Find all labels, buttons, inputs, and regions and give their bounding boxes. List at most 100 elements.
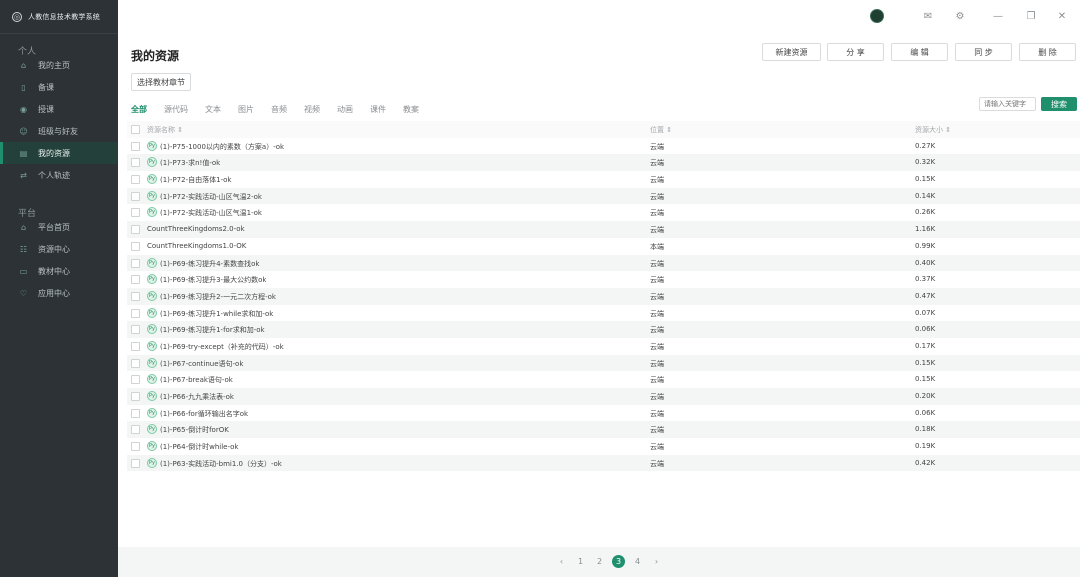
new-resource-button[interactable]: 新建资源 xyxy=(762,43,821,61)
tab[interactable]: 文本 xyxy=(205,104,221,115)
resource-name[interactable]: CountThreeKingdoms2.0-ok xyxy=(147,225,245,233)
mail-icon[interactable]: ✉ xyxy=(922,10,934,22)
tab[interactable]: 全部 xyxy=(131,104,147,115)
table-row[interactable]: Py (1)-P69-练习提升1-for求和加-ok 云端 0.06K xyxy=(127,321,1080,338)
resource-name[interactable]: (1)-P72-自由落体1-ok xyxy=(160,175,231,185)
row-checkbox[interactable] xyxy=(131,175,140,185)
next-page-icon[interactable]: › xyxy=(650,555,663,568)
sidebar-item[interactable]: ▯ 备课 xyxy=(0,76,118,98)
resource-name[interactable]: (1)-P69-练习提升1-for求和加-ok xyxy=(160,325,265,335)
table-row[interactable]: Py (1)-P72-实践活动-山区气温2-ok 云端 0.14K xyxy=(127,187,1080,205)
table-row[interactable]: Py (1)-P69-练习提升2-一元二次方程-ok 云端 0.47K xyxy=(127,287,1080,305)
sidebar-item[interactable]: ☺ 班级与好友 xyxy=(0,120,118,142)
row-checkbox[interactable] xyxy=(131,191,140,201)
delete-button[interactable]: 删 除 xyxy=(1019,43,1076,61)
row-checkbox[interactable] xyxy=(131,308,140,318)
table-row[interactable]: Py (1)-P64-倒计时while-ok 云端 0.19K xyxy=(127,438,1080,455)
table-row[interactable]: CountThreeKingdoms2.0-ok 云端 1.16K xyxy=(127,221,1080,238)
table-row[interactable]: Py (1)-P73-求n!值-ok 云端 0.32K xyxy=(127,154,1080,172)
table-row[interactable]: Py (1)-P69-练习提升4-素数查找ok 云端 0.40K xyxy=(127,254,1080,272)
table-row[interactable]: Py (1)-P66-for循环输出名字ok 云端 0.06K xyxy=(127,405,1080,422)
search-input[interactable] xyxy=(979,97,1036,111)
page-number[interactable]: 4 xyxy=(631,555,644,568)
table-row[interactable]: Py (1)-P75-1000以内的素数（方案a）-ok 云端 0.27K xyxy=(127,138,1080,155)
resource-name[interactable]: (1)-P69-练习提升1-while求和加-ok xyxy=(160,309,273,319)
close-icon[interactable]: ✕ xyxy=(1056,10,1068,22)
resource-name[interactable]: (1)-P69-练习提升2-一元二次方程-ok xyxy=(160,292,276,302)
table-row[interactable]: Py (1)-P67-continue语句-ok 云端 0.15K xyxy=(127,354,1080,372)
row-checkbox[interactable] xyxy=(131,258,140,268)
table-row[interactable]: Py (1)-P66-九九乘法表-ok 云端 0.20K xyxy=(127,388,1080,405)
tab[interactable]: 图片 xyxy=(238,104,254,115)
resource-name[interactable]: (1)-P72-实践活动-山区气温2-ok xyxy=(160,192,262,202)
page-number[interactable]: 2 xyxy=(593,555,606,568)
table-row[interactable]: Py (1)-P69-练习提升1-while求和加-ok 云端 0.07K xyxy=(127,305,1080,322)
tab[interactable]: 源代码 xyxy=(164,104,188,115)
row-checkbox[interactable] xyxy=(131,158,140,168)
column-size[interactable]: 资源大小 ⇕ xyxy=(915,125,951,135)
resource-name[interactable]: CountThreeKingdoms1.0-OK xyxy=(147,242,246,250)
table-row[interactable]: Py (1)-P69-练习提升3-最大公约数ok 云端 0.37K xyxy=(127,271,1080,288)
edit-button[interactable]: 编 辑 xyxy=(891,43,948,61)
sidebar-item[interactable]: ☷ 资源中心 xyxy=(0,238,118,260)
tab[interactable]: 视频 xyxy=(304,104,320,115)
choose-chapter-button[interactable]: 选择教材章节 xyxy=(131,73,191,91)
row-checkbox[interactable] xyxy=(131,408,140,418)
row-checkbox[interactable] xyxy=(131,208,140,218)
row-checkbox[interactable] xyxy=(131,325,140,335)
table-row[interactable]: Py (1)-P65-倒计时forOK 云端 0.18K xyxy=(127,421,1080,439)
resource-name[interactable]: (1)-P63-实践活动-bmi1.0（分支）-ok xyxy=(160,459,282,469)
sync-button[interactable]: 同 步 xyxy=(955,43,1012,61)
tab[interactable]: 课件 xyxy=(370,104,386,115)
row-checkbox[interactable] xyxy=(131,358,140,368)
resource-name[interactable]: (1)-P66-九九乘法表-ok xyxy=(160,392,234,402)
resource-name[interactable]: (1)-P72-实践活动-山区气温1-ok xyxy=(160,208,262,218)
prev-page-icon[interactable]: ‹ xyxy=(555,555,568,568)
resource-name[interactable]: (1)-P64-倒计时while-ok xyxy=(160,442,238,452)
tab[interactable]: 音频 xyxy=(271,104,287,115)
page-number[interactable]: 3 xyxy=(612,555,625,568)
select-all-checkbox[interactable] xyxy=(131,125,140,134)
avatar[interactable] xyxy=(870,9,884,23)
sidebar-item[interactable]: ▤ 我的资源 xyxy=(0,142,118,164)
row-checkbox[interactable] xyxy=(131,141,140,151)
tab[interactable]: 教案 xyxy=(403,104,419,115)
row-checkbox[interactable] xyxy=(131,291,140,301)
table-row[interactable]: Py (1)-P69-try-except（补充的代码）-ok 云端 0.17K xyxy=(127,338,1080,355)
table-row[interactable]: Py (1)-P67-break语句-ok 云端 0.15K xyxy=(127,371,1080,388)
resource-name[interactable]: (1)-P65-倒计时forOK xyxy=(160,425,229,435)
table-row[interactable]: CountThreeKingdoms1.0-OK 本端 0.99K xyxy=(127,238,1080,255)
row-checkbox[interactable] xyxy=(131,442,140,452)
resource-name[interactable]: (1)-P69-练习提升4-素数查找ok xyxy=(160,259,259,269)
search-button[interactable]: 搜索 xyxy=(1041,97,1077,111)
resource-name[interactable]: (1)-P66-for循环输出名字ok xyxy=(160,409,248,419)
restore-icon[interactable]: ❐ xyxy=(1025,10,1037,22)
table-row[interactable]: Py (1)-P72-实践活动-山区气温1-ok 云端 0.26K xyxy=(127,204,1080,221)
resource-name[interactable]: (1)-P75-1000以内的素数（方案a）-ok xyxy=(160,142,284,152)
row-checkbox[interactable] xyxy=(131,392,140,401)
sidebar-item[interactable]: ♡ 应用中心 xyxy=(0,282,118,304)
resource-name[interactable]: (1)-P69-try-except（补充的代码）-ok xyxy=(160,342,284,352)
table-row[interactable]: Py (1)-P72-自由落体1-ok 云端 0.15K xyxy=(127,171,1080,188)
sidebar-item[interactable]: ⌂ 平台首页 xyxy=(0,216,118,238)
resource-name[interactable]: (1)-P67-continue语句-ok xyxy=(160,359,243,369)
table-row[interactable]: Py (1)-P63-实践活动-bmi1.0（分支）-ok 云端 0.42K xyxy=(127,454,1080,472)
minimize-icon[interactable]: — xyxy=(992,10,1004,22)
row-checkbox[interactable] xyxy=(131,241,140,251)
row-checkbox[interactable] xyxy=(131,225,140,235)
sidebar-item[interactable]: ▭ 教材中心 xyxy=(0,260,118,282)
resource-name[interactable]: (1)-P73-求n!值-ok xyxy=(160,158,220,168)
row-checkbox[interactable] xyxy=(131,275,140,285)
row-checkbox[interactable] xyxy=(131,458,140,468)
share-button[interactable]: 分 享 xyxy=(827,43,884,61)
gear-icon[interactable]: ⚙ xyxy=(954,10,966,22)
sidebar-item[interactable]: ⌂ 我的主页 xyxy=(0,54,118,76)
resource-name[interactable]: (1)-P67-break语句-ok xyxy=(160,375,233,385)
column-position[interactable]: 位置 ⇕ xyxy=(650,125,672,135)
column-name[interactable]: 资源名称 ⇕ xyxy=(147,125,183,135)
page-number[interactable]: 1 xyxy=(574,555,587,568)
row-checkbox[interactable] xyxy=(131,341,140,351)
row-checkbox[interactable] xyxy=(131,375,140,385)
sidebar-item[interactable]: ⇄ 个人轨迹 xyxy=(0,164,118,186)
resource-name[interactable]: (1)-P69-练习提升3-最大公约数ok xyxy=(160,275,266,285)
